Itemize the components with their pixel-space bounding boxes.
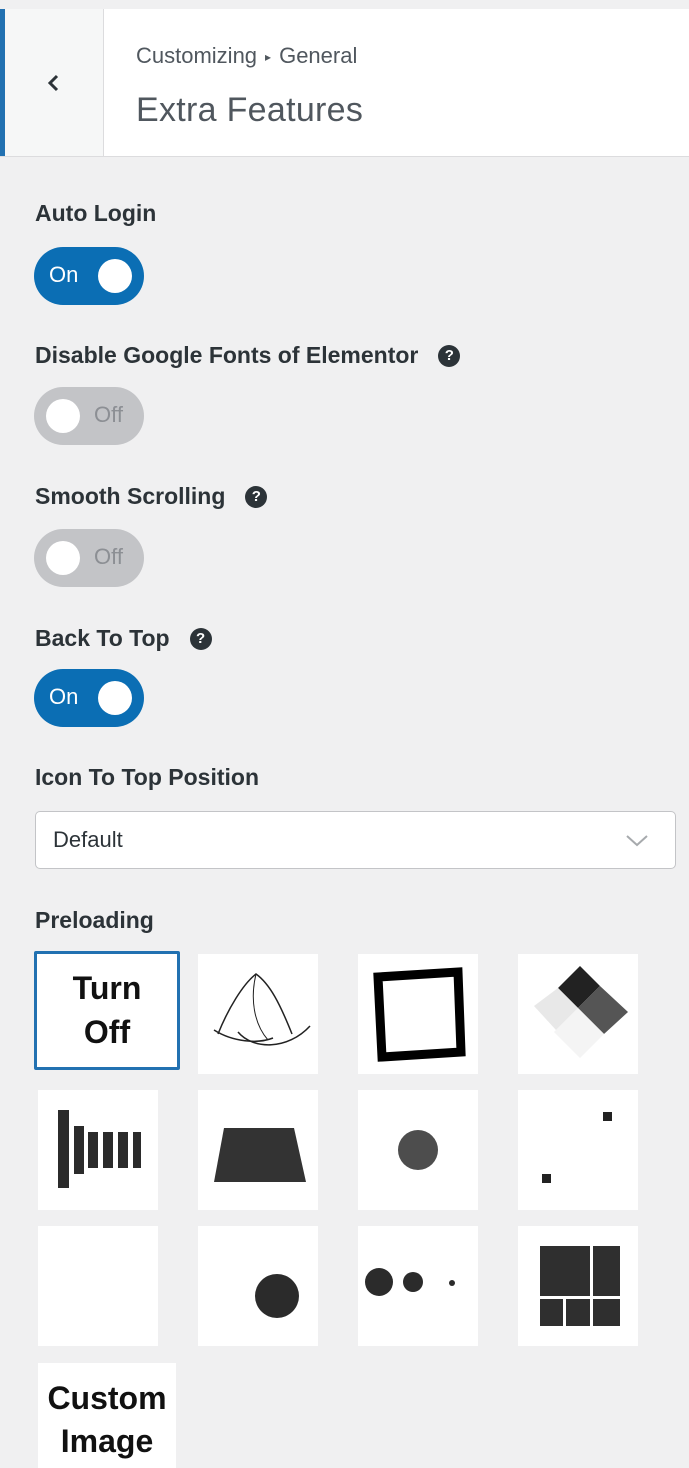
- preloader-blank[interactable]: [38, 1226, 158, 1346]
- toggle-state-text: Off: [94, 544, 123, 569]
- auto-login-label-text: Auto Login: [35, 200, 157, 226]
- toggle-state-text: On: [49, 262, 79, 287]
- turn-off-line2: Off: [83, 1013, 131, 1050]
- preloader-grid-cubes[interactable]: [518, 1226, 638, 1346]
- back-to-top-label: Back To Top ?: [35, 625, 212, 652]
- select-value: Default: [53, 827, 123, 852]
- preloader-turn-off[interactable]: Turn Off: [34, 951, 180, 1070]
- disable-google-fonts-label-text: Disable Google Fonts of Elementor: [35, 342, 419, 368]
- auto-login-toggle[interactable]: On: [34, 247, 144, 305]
- preloader-rotating-square[interactable]: [358, 954, 478, 1074]
- preloader-ellipse-spinner[interactable]: [198, 954, 318, 1074]
- custom-image-line1: Custom: [47, 1380, 167, 1416]
- customizer-header: Customizing ▸ General Extra Features: [0, 9, 689, 157]
- three-dots-icon: [365, 1268, 455, 1296]
- toggle-knob: [46, 541, 80, 575]
- breadcrumb-child: General: [279, 43, 358, 68]
- breadcrumb-separator: ▸: [265, 50, 272, 64]
- toggle-state-text: Off: [94, 402, 123, 427]
- preloader-folding-diamond[interactable]: [518, 954, 638, 1074]
- smooth-scrolling-toggle[interactable]: Off: [34, 529, 144, 587]
- icon-position-label: Icon To Top Position: [35, 764, 259, 791]
- corner-squares-icon: [542, 1112, 612, 1183]
- chevron-down-icon: [626, 835, 648, 847]
- bouncing-ball-icon: [255, 1274, 299, 1318]
- disable-google-fonts-label: Disable Google Fonts of Elementor ?: [35, 342, 461, 369]
- preloading-label: Preloading: [35, 907, 154, 934]
- icon-position-label-text: Icon To Top Position: [35, 764, 260, 790]
- rotating-square-icon: [373, 967, 466, 1062]
- help-icon[interactable]: ?: [438, 344, 461, 367]
- turn-off-line1: Turn: [72, 970, 142, 1007]
- preloader-bars[interactable]: [38, 1090, 158, 1210]
- preloader-corner-squares[interactable]: [518, 1090, 638, 1210]
- folding-diamond-icon: [534, 966, 628, 1058]
- back-to-top-toggle[interactable]: On: [34, 669, 144, 727]
- preloader-pulse-dot[interactable]: [358, 1090, 478, 1210]
- preloader-custom-image[interactable]: Custom Image: [38, 1363, 176, 1468]
- pulse-dot-icon: [398, 1130, 438, 1170]
- bars-icon: [58, 1110, 141, 1188]
- toggle-knob: [46, 399, 80, 433]
- toggle-knob: [98, 259, 132, 293]
- help-icon[interactable]: ?: [245, 485, 268, 508]
- preloading-label-text: Preloading: [35, 907, 154, 933]
- preloader-three-dots[interactable]: [358, 1226, 478, 1346]
- breadcrumb-parent: Customizing: [136, 43, 258, 68]
- page-title: Extra Features: [136, 91, 364, 129]
- custom-image-line2: Image: [60, 1423, 154, 1460]
- smooth-scrolling-label: Smooth Scrolling ?: [35, 483, 268, 510]
- help-icon[interactable]: ?: [189, 627, 212, 650]
- turn-off-text: Turn Off: [73, 967, 142, 1053]
- trapezoid-icon: [214, 1128, 306, 1182]
- preloader-bouncing-ball[interactable]: [198, 1226, 318, 1346]
- custom-image-text: Custom Image: [47, 1377, 166, 1463]
- icon-position-select[interactable]: Default: [35, 811, 676, 869]
- disable-google-fonts-toggle[interactable]: Off: [34, 387, 144, 445]
- toggle-state-text: On: [49, 684, 79, 709]
- chevron-left-icon: [47, 74, 59, 91]
- back-to-top-label-text: Back To Top: [35, 625, 170, 651]
- smooth-scrolling-label-text: Smooth Scrolling: [35, 483, 226, 509]
- ellipse-spinner-icon: [213, 973, 311, 1046]
- back-button[interactable]: [0, 9, 104, 156]
- top-strip: [0, 0, 689, 9]
- grid-cubes-icon: [540, 1246, 620, 1326]
- preloader-trapezoid[interactable]: [198, 1090, 318, 1210]
- toggle-knob: [98, 681, 132, 715]
- auto-login-label: Auto Login: [35, 200, 156, 227]
- breadcrumb: Customizing ▸ General: [136, 43, 357, 69]
